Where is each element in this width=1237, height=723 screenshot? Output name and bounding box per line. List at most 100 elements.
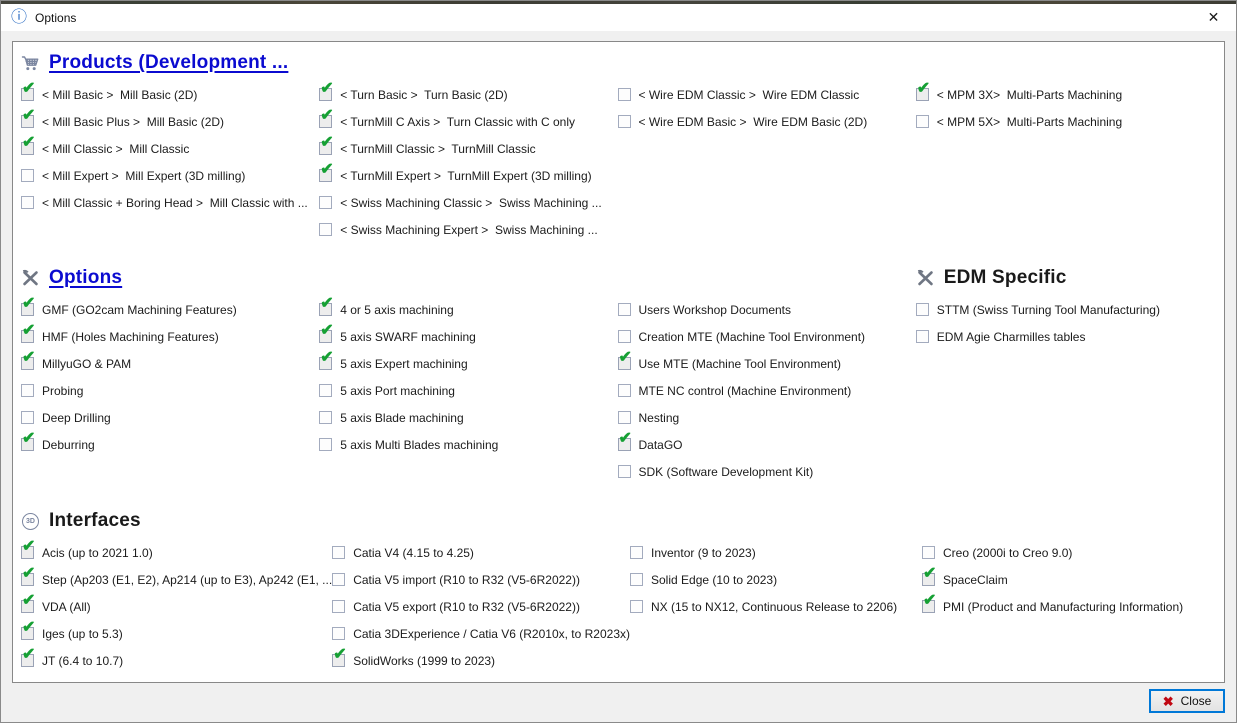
check-icon: ✔ [22,350,35,366]
checkbox[interactable]: ✔ [922,600,935,613]
checkbox[interactable]: ✔ [319,142,332,155]
checkbox[interactable]: ✔ [21,330,34,343]
license-panel: Products (Development ... ✔ < Mill Basic … [12,41,1225,683]
checkbox-label: < TurnMill Expert > TurnMill Expert (3D … [340,169,591,183]
options-column: ✔4 or 5 axis machining✔5 axis SWARF mach… [319,296,617,458]
checkbox-label: VDA (All) [42,600,91,614]
checkbox[interactable]: ✔ [21,627,34,640]
products-section-title[interactable]: Products (Development ... [49,52,288,74]
interfaces-column: ✔Acis (up to 2021 1.0)✔Step (Ap203 (E1, … [21,539,332,674]
checkbox[interactable]: ✔ [916,88,929,101]
checkbox-label: < MPM 5X> Multi-Parts Machining [937,115,1122,129]
checkbox[interactable]: ✔ [319,88,332,101]
checkbox[interactable]: ✔ [21,142,34,155]
checkbox-row: ✔Use MTE (Machine Tool Environment) [618,350,916,377]
check-icon: ✔ [619,350,632,366]
checkbox-row: ✔ VDA (All) [21,593,332,620]
checkbox[interactable] [916,115,929,128]
checkbox[interactable] [21,411,34,424]
checkbox-row: EDM Agie Charmilles tables [916,323,1214,350]
checkbox[interactable]: ✔ [21,654,34,667]
checkbox-row: ✔ < Mill Basic > Mill Basic (2D) [21,81,319,108]
checkbox[interactable]: ✔ [21,303,34,316]
checkbox-label: Deburring [42,438,95,452]
checkbox[interactable]: ✔ [21,438,34,451]
checkbox[interactable] [332,627,345,640]
close-button[interactable]: ✖ Close [1149,689,1225,713]
checkbox[interactable]: ✔ [922,573,935,586]
check-icon: ✔ [923,566,936,582]
check-icon: ✔ [320,81,333,97]
checkbox[interactable]: ✔ [21,600,34,613]
checkbox-label: 5 axis Multi Blades machining [340,438,498,452]
checkbox[interactable] [618,384,631,397]
checkbox-row: ✔SolidWorks (1999 to 2023) [332,647,630,674]
checkbox[interactable]: ✔ [21,357,34,370]
checkbox[interactable] [319,438,332,451]
checkbox[interactable] [21,169,34,182]
checkbox[interactable] [630,546,643,559]
interfaces-header-cell: 3D Interfaces [21,510,1214,532]
checkbox-label: Probing [42,384,83,398]
check-icon: ✔ [320,162,333,178]
checkbox[interactable] [332,546,345,559]
check-icon: ✔ [22,647,35,663]
checkbox-label: Step (Ap203 (E1, E2), Ap214 (up to E3), … [42,573,332,587]
checkbox-label: Catia V4 (4.15 to 4.25) [353,546,474,560]
titlebar-close-button[interactable]: ✕ [1191,4,1236,31]
check-icon: ✔ [22,135,35,151]
checkbox[interactable] [319,411,332,424]
checkbox[interactable]: ✔ [21,573,34,586]
checkbox[interactable] [319,223,332,236]
checkbox[interactable]: ✔ [21,115,34,128]
checkbox[interactable]: ✔ [21,546,34,559]
options-section-title[interactable]: Options [49,267,122,289]
check-icon: ✔ [22,108,35,124]
checkbox-row: ✔SpaceClaim [922,566,1214,593]
checkbox[interactable]: ✔ [332,654,345,667]
checkbox[interactable] [916,330,929,343]
checkbox[interactable] [618,411,631,424]
checkbox[interactable]: ✔ [319,357,332,370]
checkbox-label: Catia V5 import (R10 to R32 (V5-6R2022)) [353,573,580,587]
checkbox[interactable] [630,600,643,613]
checkbox[interactable] [618,465,631,478]
checkbox[interactable] [332,600,345,613]
checkbox[interactable] [21,384,34,397]
checkbox[interactable]: ✔ [618,438,631,451]
check-icon: ✔ [320,108,333,124]
checkbox[interactable] [618,330,631,343]
options-header-cell: Options [21,267,916,289]
interfaces-section-title: Interfaces [49,510,141,532]
checkbox[interactable] [618,115,631,128]
checkbox-label: Users Workshop Documents [639,303,792,317]
dialog-title: Options [35,11,76,25]
check-icon: ✔ [320,135,333,151]
check-icon: ✔ [22,566,35,582]
checkbox[interactable]: ✔ [618,357,631,370]
edm-specific-section-title: EDM Specific [944,267,1067,289]
edm-specific-header-cell: EDM Specific [916,267,1214,289]
checkbox[interactable]: ✔ [319,303,332,316]
checkbox[interactable] [319,384,332,397]
checkbox[interactable]: ✔ [319,330,332,343]
checkbox[interactable]: ✔ [319,115,332,128]
checkbox[interactable] [21,196,34,209]
checkbox-row: ✔Iges (up to 5.3) [21,620,332,647]
checkbox[interactable]: ✔ [21,88,34,101]
checkbox-row: Users Workshop Documents [618,296,916,323]
checkbox-label: NX (15 to NX12, Continuous Release to 22… [651,600,897,614]
checkbox-label: Creo (2000i to Creo 9.0) [943,546,1072,560]
checkbox-row: 5 axis Multi Blades machining [319,431,617,458]
checkbox[interactable] [319,196,332,209]
checkbox[interactable] [922,546,935,559]
checkbox[interactable] [332,573,345,586]
checkbox-label: < Mill Basic > Mill Basic (2D) [42,88,197,102]
checkbox[interactable] [630,573,643,586]
checkbox-row: ✔< Mill Classic > Mill Classic [21,135,319,162]
checkbox[interactable] [916,303,929,316]
checkbox[interactable] [618,303,631,316]
checkbox[interactable] [618,88,631,101]
checkbox-row: 5 axis Port machining [319,377,617,404]
checkbox[interactable]: ✔ [319,169,332,182]
